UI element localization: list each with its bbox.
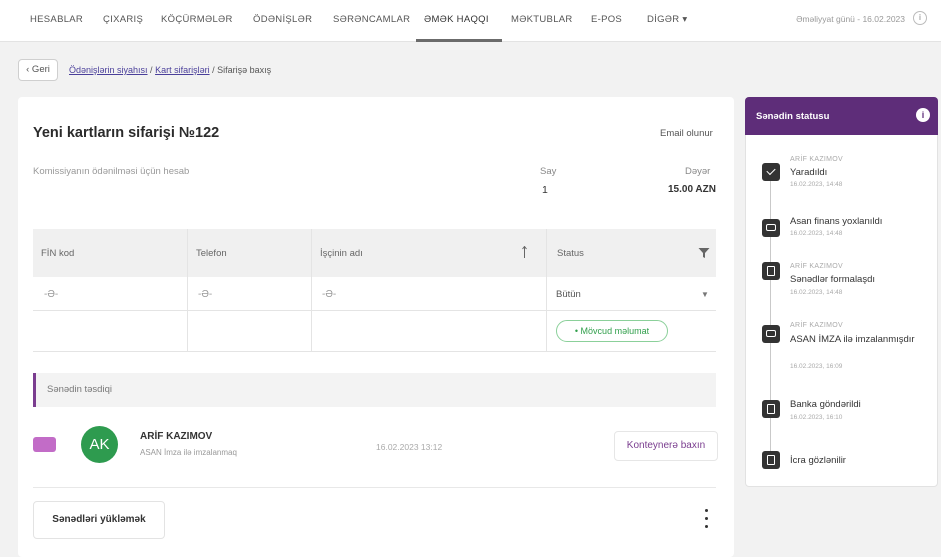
name-filter-input[interactable]: -Ə- (322, 289, 336, 300)
count-label: Say (540, 166, 557, 177)
nav-item-orders[interactable]: SƏRƏNCAMLAR (333, 14, 410, 25)
nav-item-letters[interactable]: MƏKTUBLAR (511, 14, 573, 25)
amount-value: 15.00 AZN (668, 184, 716, 195)
timeline-author: ARİF KAZIMOV (790, 263, 843, 270)
sort-icon[interactable] (522, 246, 527, 258)
timeline-event-title: Banka göndərildi (790, 399, 861, 410)
signer-method: ASAN İmza ilə imzalanmaq (140, 448, 237, 457)
back-button[interactable]: ‹ Geri (18, 59, 58, 81)
operation-date: Əməliyyat günü - 16.02.2023 (796, 14, 905, 24)
status-panel-title: Sənədin statusu (756, 111, 830, 122)
nav-item-epos[interactable]: E-POS (591, 14, 622, 25)
column-divider (187, 229, 188, 351)
status-badge: • Mövcud məlumat (556, 320, 668, 342)
check-icon (762, 163, 780, 181)
nav-item-transfers[interactable]: KÖÇÜRMƏLƏR (161, 14, 233, 25)
column-header-status[interactable]: Status (557, 248, 584, 259)
breadcrumb-payments-list[interactable]: Ödənişlərin siyahısı (69, 65, 148, 75)
confirmation-section-label: Sənədin təsdiqi (47, 384, 112, 395)
timeline-event-time: 16.02.2023, 16:09 (790, 363, 843, 370)
more-options-icon[interactable] (705, 509, 709, 533)
column-header-employee-name[interactable]: İşçinin adı (320, 248, 363, 259)
active-tab-indicator (416, 39, 502, 42)
table-header (33, 229, 716, 277)
row-divider (33, 310, 716, 311)
amount-label: Dəyər (685, 166, 711, 177)
timeline-event-time: 16.02.2023, 16:10 (790, 414, 843, 421)
count-value: 1 (542, 184, 548, 196)
timeline-author: ARİF KAZIMOV (790, 156, 843, 163)
nav-item-statement[interactable]: ÇIXARIŞ (103, 14, 143, 25)
chat-icon (762, 219, 780, 237)
timeline-event-time: 16.02.2023, 14:48 (790, 181, 843, 188)
column-header-fin[interactable]: FİN kod (41, 248, 74, 259)
timeline-event-time: 16.02.2023, 14:48 (790, 289, 843, 296)
email-status: Email olunur (660, 128, 713, 139)
message-icon[interactable] (33, 437, 56, 452)
commission-account-label: Komissiyanın ödənilməsi üçün hesab (33, 166, 190, 177)
view-container-button[interactable]: Konteynerə baxın (614, 431, 718, 461)
status-filter-select[interactable]: Bütün (556, 289, 581, 300)
nav-item-payments[interactable]: ÖDƏNİŞLƏR (253, 14, 312, 25)
timeline-author: ARİF KAZIMOV (790, 322, 843, 329)
timeline-event-title: ASAN İMZA ilə imzalanmışdır (790, 334, 915, 345)
breadcrumb-separator: / (209, 65, 218, 75)
nav-item-accounts[interactable]: HESABLAR (30, 14, 83, 25)
document-icon (762, 451, 780, 469)
signer-name: ARİF KAZIMOV (140, 431, 213, 442)
document-icon (762, 400, 780, 418)
chat-icon (762, 325, 780, 343)
column-divider (311, 229, 312, 351)
timeline-event-time: 16.02.2023, 14:48 (790, 230, 843, 237)
breadcrumb-card-orders[interactable]: Kart sifarişləri (155, 65, 210, 75)
info-icon[interactable]: i (916, 108, 930, 122)
divider (33, 487, 716, 488)
filter-icon[interactable] (698, 247, 710, 259)
nav-item-other-dropdown[interactable]: DİGƏR ▾ (647, 14, 687, 25)
breadcrumb-separator: / (147, 65, 156, 75)
document-icon (762, 262, 780, 280)
help-icon[interactable]: i (913, 11, 927, 25)
sign-date: 16.02.2023 13:12 (376, 442, 443, 452)
timeline-event-title: Asan finans yoxlanıldı (790, 216, 883, 227)
breadcrumb-current: Sifarişə baxış (217, 65, 272, 75)
breadcrumb: Ödənişlərin siyahısı / Kart sifarişləri … (69, 65, 271, 75)
column-divider (546, 229, 547, 351)
fin-filter-input[interactable]: -Ə- (44, 289, 58, 300)
download-documents-button[interactable]: Sənədləri yükləmək (33, 501, 165, 539)
nav-item-salary[interactable]: ƏMƏK HAQQI (424, 14, 489, 25)
page-title: Yeni kartların sifarişi №122 (33, 125, 220, 141)
row-divider (33, 351, 716, 352)
confirmation-section-bar (33, 373, 716, 407)
chevron-down-icon[interactable]: ▼ (701, 290, 709, 299)
phone-filter-input[interactable]: -Ə- (198, 289, 212, 300)
timeline-event-title: Yaradıldı (790, 167, 828, 178)
timeline-event-title: İcra gözlənilir (790, 455, 846, 466)
column-header-phone[interactable]: Telefon (196, 248, 227, 259)
timeline-event-title: Sənədlər formalaşdı (790, 274, 876, 285)
avatar: AK (81, 426, 118, 463)
